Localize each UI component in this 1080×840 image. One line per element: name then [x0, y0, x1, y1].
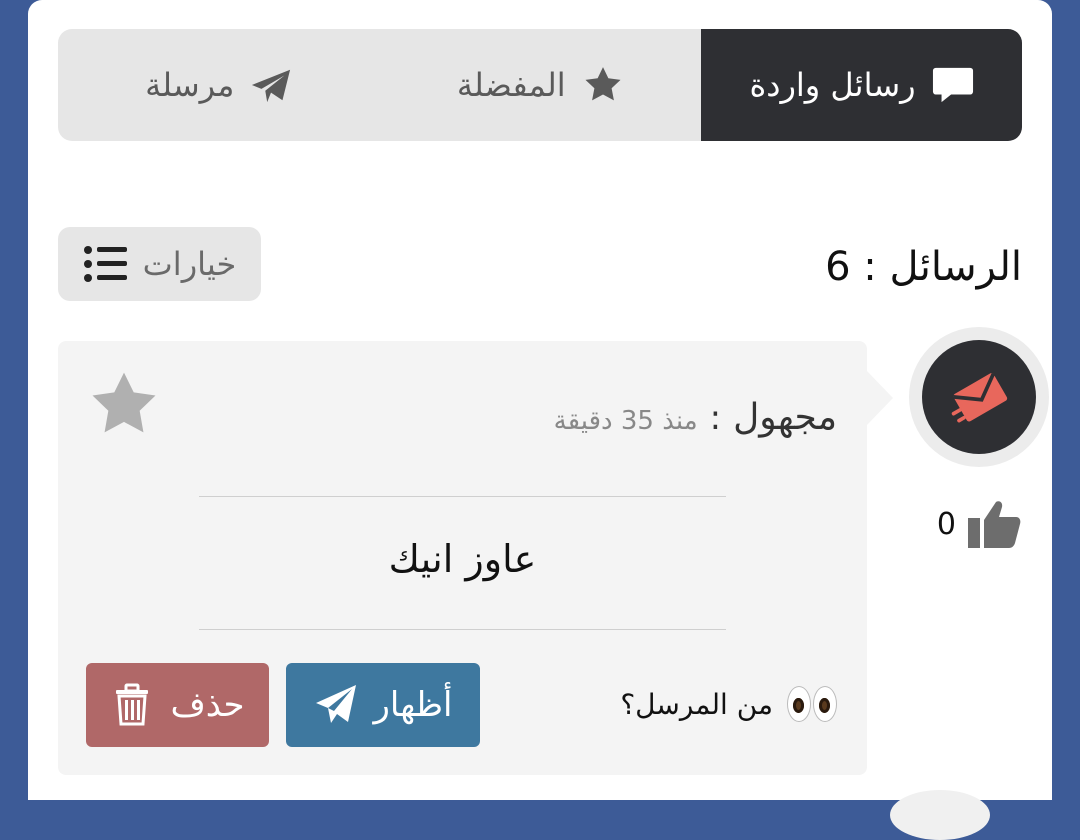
sender-separator: : [709, 398, 722, 438]
fast-mail-icon [951, 373, 1008, 423]
sender-line: مجهول : منذ 35 دقيقة [554, 397, 837, 438]
messages-count-label: الرسائل [889, 244, 1023, 290]
next-avatar-partial [890, 790, 990, 840]
like-counter[interactable]: 0 [937, 498, 1022, 550]
divider-top [199, 496, 726, 497]
thumbs-up-icon [968, 501, 1021, 548]
who-sent-label: من المرسل؟ [620, 687, 773, 721]
show-sender-button[interactable]: أظهار [286, 663, 480, 747]
avatar [909, 327, 1049, 467]
list-icon [83, 246, 127, 282]
options-button[interactable]: خيارات [58, 227, 261, 301]
comment-icon [932, 67, 973, 103]
tab-favorites[interactable]: المفضلة [380, 29, 702, 141]
delete-label: حذف [170, 685, 245, 725]
tab-bar: رسائل واردة المفضلة مرسلة [58, 29, 1022, 141]
message-text: عاوز انيك [388, 537, 537, 581]
like-count: 0 [936, 506, 956, 542]
who-sent: من المرسل؟ [620, 686, 837, 722]
trash-icon [116, 683, 149, 726]
avatar-circle [922, 340, 1036, 454]
sender-name: مجهول [733, 397, 837, 438]
tab-inbox-label: رسائل واردة [749, 66, 916, 104]
inbox-card: رسائل واردة المفضلة مرسلة الرسائل : 6 خي… [28, 0, 1052, 840]
message-card: مجهول : منذ 35 دقيقة عاوز انيك من المرسل… [58, 341, 893, 775]
paper-plane-icon [315, 685, 356, 723]
show-label: أظهار [373, 685, 453, 725]
eyes-icon [787, 686, 837, 722]
tab-inbox[interactable]: رسائل واردة [701, 29, 1022, 141]
favorite-star-icon[interactable] [86, 369, 162, 441]
messages-count-separator: : [863, 244, 877, 290]
divider-bottom [199, 629, 726, 630]
paper-plane-icon [252, 69, 291, 103]
options-label: خيارات [142, 245, 237, 283]
message-time: منذ 35 دقيقة [553, 406, 698, 436]
tab-sent-label: مرسلة [145, 66, 235, 104]
delete-button[interactable]: حذف [86, 663, 269, 747]
messages-count-value: 6 [825, 244, 851, 290]
star-icon [585, 67, 621, 101]
messages-count: الرسائل : 6 [825, 244, 1022, 290]
tab-sent[interactable]: مرسلة [58, 29, 380, 141]
tab-favorites-label: المفضلة [456, 66, 566, 104]
